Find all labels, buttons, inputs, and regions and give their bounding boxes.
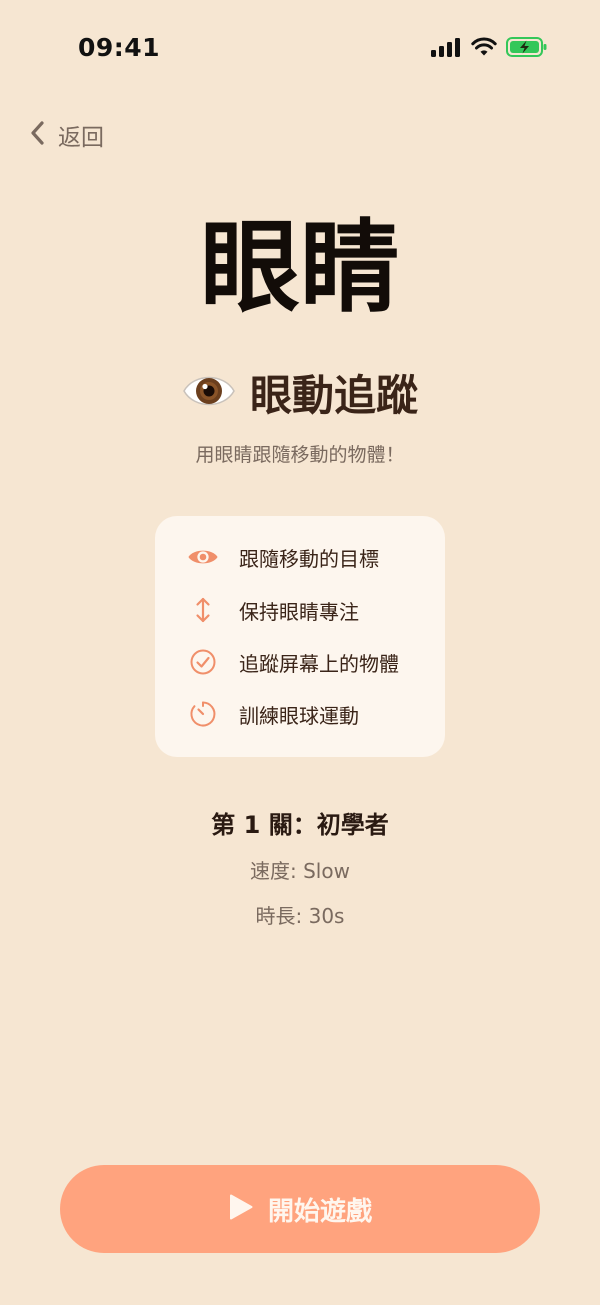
status-bar: 09:41 <box>0 0 600 96</box>
eye-emoji-icon <box>182 369 236 417</box>
instruction-text: 追蹤屏幕上的物體 <box>239 651 399 676</box>
back-label: 返回 <box>58 125 104 151</box>
level-speed: 速度: Slow <box>250 859 350 883</box>
game-title: 眼動追蹤 <box>249 371 418 420</box>
play-icon <box>228 1193 254 1225</box>
status-icons <box>430 36 548 62</box>
level-duration: 時長: 30s <box>255 904 345 928</box>
wifi-icon <box>471 37 497 61</box>
cellular-signal-icon <box>430 37 462 61</box>
chevron-left-icon <box>28 119 48 151</box>
instruction-item: 訓練眼球運動 <box>187 698 359 730</box>
vertical-arrows-icon <box>187 594 219 626</box>
instruction-item: 保持眼睛專注 <box>187 594 359 626</box>
eye-icon <box>187 541 219 573</box>
instruction-item: 跟隨移動的目標 <box>187 541 379 573</box>
check-circle-icon <box>187 646 219 678</box>
instruction-text: 訓練眼球運動 <box>239 703 359 728</box>
status-time: 09:41 <box>78 33 161 62</box>
game-subtitle: 用眼睛跟隨移動的物體！ <box>195 444 405 466</box>
start-game-button[interactable]: 開始遊戲 <box>60 1165 540 1253</box>
start-game-label: 開始遊戲 <box>267 1196 372 1227</box>
instruction-item: 追蹤屏幕上的物體 <box>187 646 399 678</box>
instructions-card: 跟隨移動的目標 保持眼睛專注 追蹤屏幕上的物體 訓練眼球運動 <box>155 516 445 757</box>
game-title-row: 眼動追蹤 <box>0 362 600 423</box>
level-title: 第 1 關：初學者 <box>211 811 389 839</box>
battery-charging-icon <box>506 36 548 62</box>
instruction-text: 保持眼睛專注 <box>239 599 359 624</box>
timer-icon <box>187 698 219 730</box>
instruction-text: 跟隨移動的目標 <box>239 546 379 571</box>
back-button[interactable]: 返回 <box>28 118 104 152</box>
page-title: 眼睛 <box>200 209 400 326</box>
